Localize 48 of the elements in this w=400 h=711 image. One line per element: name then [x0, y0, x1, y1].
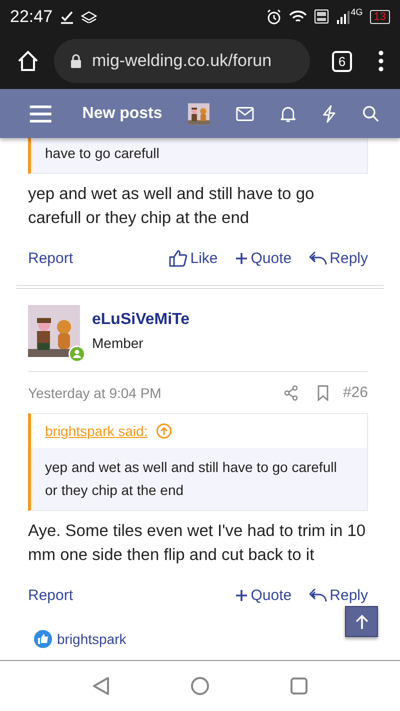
layers-icon [80, 10, 97, 22]
arrow-up-icon [354, 614, 368, 630]
mail-icon[interactable] [236, 106, 254, 122]
post-text: yep and wet as well and still have to go carefull or they chip at the end [28, 184, 316, 229]
reaction-user[interactable]: brightspark [57, 631, 126, 647]
like-icon [34, 630, 52, 648]
tab-count[interactable]: 6 [332, 50, 352, 72]
reply-link[interactable]: Reply [308, 587, 368, 604]
arrow-up-icon[interactable] [156, 423, 172, 439]
search-icon[interactable] [362, 104, 380, 124]
battery-level: 13 [370, 10, 390, 24]
menu-icon[interactable] [378, 50, 384, 72]
signal-icon [336, 10, 350, 24]
reply-icon [308, 251, 327, 266]
quote-link[interactable]: Quote [234, 250, 292, 267]
report-link[interactable]: Report [28, 587, 74, 604]
plus-icon [234, 252, 248, 265]
home-icon[interactable] [16, 49, 40, 73]
online-icon [68, 345, 86, 363]
status-time: 22:47 [10, 6, 53, 26]
reply-link[interactable]: Reply [308, 250, 368, 267]
lock-icon [70, 54, 82, 68]
post-text: Aye. Some tiles even wet I've had to trim in 10 mm one side then flip and cut back to it [28, 521, 367, 566]
check-icon [60, 10, 74, 24]
back-icon[interactable] [92, 676, 110, 696]
quote-link[interactable]: Quote [234, 587, 292, 604]
quote-text: have to go carefull [31, 138, 367, 173]
scroll-top-button[interactable] [345, 606, 378, 637]
reply-icon [308, 588, 327, 603]
user-title: Member [92, 335, 144, 351]
quote-text: yep and wet as well and still have to go carefull or they chip at the end [31, 448, 367, 510]
lightning-icon[interactable] [322, 104, 336, 124]
report-link[interactable]: Report [28, 250, 74, 267]
recents-icon[interactable] [290, 677, 308, 695]
network-type: 4G [350, 7, 363, 17]
share-icon[interactable] [282, 384, 299, 400]
alarm-icon [266, 8, 282, 24]
nav-title[interactable]: New posts [82, 104, 162, 122]
post-date[interactable]: Yesterday at 9:04 PM [28, 384, 162, 400]
wifi-icon [288, 10, 307, 24]
bookmark-icon[interactable] [316, 384, 329, 400]
thumbs-up-icon [169, 250, 188, 267]
volte-icon [314, 9, 329, 24]
post-number[interactable]: #26 [342, 384, 368, 401]
username[interactable]: eLuSiVeMiTe [92, 311, 190, 329]
like-link[interactable]: Like [169, 250, 218, 267]
address-bar[interactable]: mig-welding.co.uk/forun [54, 39, 310, 83]
plus-icon [234, 589, 248, 602]
